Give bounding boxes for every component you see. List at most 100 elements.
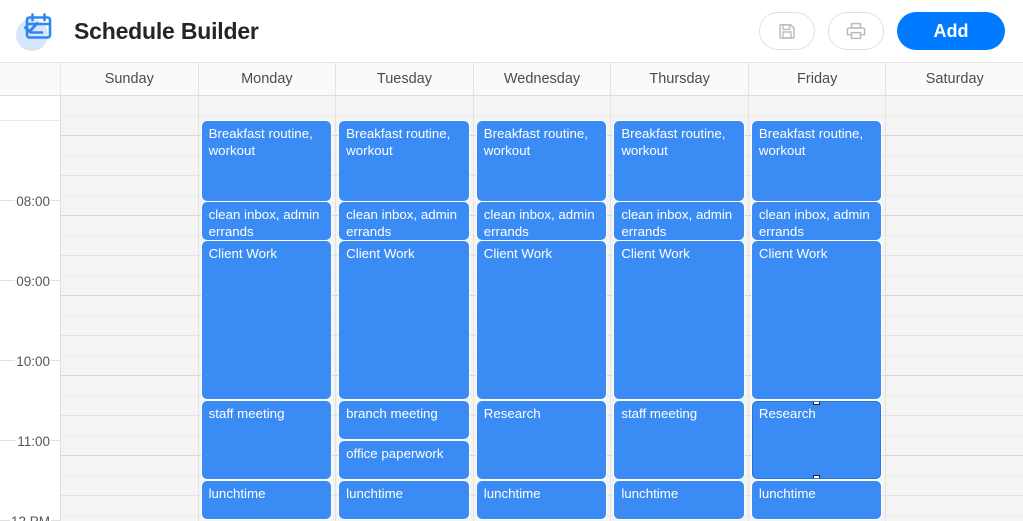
grid-cell[interactable]	[886, 116, 1023, 136]
add-button[interactable]: Add	[897, 12, 1005, 50]
grid-cell[interactable]	[886, 516, 1023, 521]
grid-cell[interactable]	[886, 456, 1023, 476]
calendar-event[interactable]: Breakfast routine, workout	[476, 121, 607, 201]
calendar-event[interactable]: Client Work	[201, 241, 332, 399]
grid-cell[interactable]	[886, 256, 1023, 276]
day-header-thursday[interactable]: Thursday	[611, 63, 749, 95]
grid-cell[interactable]	[611, 96, 748, 116]
grid-cell[interactable]	[886, 356, 1023, 376]
calendar-event[interactable]: Breakfast routine, workout	[751, 121, 882, 201]
calendar-event[interactable]: Breakfast routine, workout	[614, 121, 744, 201]
grid-cell[interactable]	[473, 96, 611, 116]
grid-cell[interactable]	[886, 236, 1023, 256]
grid-cell[interactable]	[61, 456, 198, 476]
grid-cell[interactable]	[61, 396, 198, 416]
resize-handle-bottom[interactable]	[812, 475, 820, 478]
grid-cell[interactable]	[61, 376, 198, 396]
grid-cell[interactable]	[61, 216, 198, 236]
grid-cell[interactable]	[886, 496, 1023, 516]
day-column-tuesday[interactable]: Breakfast routine, workout clean inbox, a…	[336, 96, 474, 521]
grid-cell[interactable]	[61, 236, 198, 256]
calendar-event[interactable]: clean inbox, admin errands	[201, 202, 332, 240]
time-slot: 11:00	[0, 361, 60, 449]
calendar-event[interactable]: staff meeting	[614, 401, 744, 479]
day-header-tuesday[interactable]: Tuesday	[336, 63, 474, 95]
day-column-wednesday[interactable]: Breakfast routine, workout clean inbox, a…	[473, 96, 612, 521]
grid-cell[interactable]	[886, 96, 1023, 116]
grid-cell[interactable]	[886, 136, 1023, 156]
grid-cell[interactable]	[61, 356, 198, 376]
calendar-event[interactable]: lunchtime	[751, 481, 882, 519]
grid-cell[interactable]	[886, 156, 1023, 176]
calendar-event[interactable]: Breakfast routine, workout	[201, 121, 332, 201]
grid-cell[interactable]	[61, 316, 198, 336]
grid-cell[interactable]	[886, 176, 1023, 196]
grid-cell[interactable]	[61, 176, 198, 196]
event-title: Breakfast routine, workout	[483, 126, 588, 158]
grid-cell[interactable]	[61, 136, 198, 156]
grid-cell[interactable]	[886, 416, 1023, 436]
calendar-event[interactable]: clean inbox, admin errands	[339, 202, 469, 240]
grid-cell[interactable]	[886, 196, 1023, 216]
calendar-event[interactable]: lunchtime	[339, 481, 469, 519]
grid-cell[interactable]	[61, 156, 198, 176]
resize-handle-top[interactable]	[812, 402, 820, 405]
grid-cell[interactable]	[61, 276, 198, 296]
day-column-sunday[interactable]	[61, 96, 199, 521]
calendar-event[interactable]: lunchtime	[476, 481, 607, 519]
day-column-monday[interactable]: Breakfast routine, workout clean inbox, a…	[198, 96, 337, 521]
grid-cell[interactable]	[61, 116, 198, 136]
day-header-monday[interactable]: Monday	[198, 63, 337, 95]
calendar-event[interactable]: Client Work	[476, 241, 607, 399]
day-column-friday[interactable]: Breakfast routine, workout clean inbox, a…	[748, 96, 887, 521]
grid-cell[interactable]	[61, 496, 198, 516]
grid-cell[interactable]	[886, 316, 1023, 336]
grid-cell[interactable]	[61, 516, 198, 521]
day-header-friday[interactable]: Friday	[748, 63, 887, 95]
grid-cell[interactable]	[886, 336, 1023, 356]
save-button[interactable]	[759, 12, 815, 50]
event-title: Client Work	[208, 246, 278, 261]
grid-cell[interactable]	[886, 436, 1023, 456]
calendar-event[interactable]: clean inbox, admin errands	[476, 202, 607, 240]
event-title: office paperwork	[346, 446, 444, 461]
grid-cell[interactable]	[748, 96, 886, 116]
calendar-event[interactable]: lunchtime	[201, 481, 332, 519]
grid-cell[interactable]	[61, 296, 198, 316]
event-title: lunchtime	[346, 486, 404, 501]
calendar-event[interactable]: clean inbox, admin errands	[751, 202, 882, 240]
grid-cell[interactable]	[61, 256, 198, 276]
grid-cell[interactable]	[886, 476, 1023, 496]
day-column-thursday[interactable]: Breakfast routine, workout clean inbox, a…	[611, 96, 749, 521]
grid-cell[interactable]	[886, 296, 1023, 316]
calendar-event[interactable]: Client Work	[751, 241, 882, 399]
grid-cell[interactable]	[336, 96, 473, 116]
grid-cell[interactable]	[198, 96, 336, 116]
calendar-event[interactable]: branch meeting	[339, 401, 469, 439]
grid-cell[interactable]	[886, 376, 1023, 396]
grid-cell[interactable]	[61, 416, 198, 436]
calendar-event[interactable]: lunchtime	[614, 481, 744, 519]
grid-cell[interactable]	[61, 436, 198, 456]
print-button[interactable]	[828, 12, 884, 50]
calendar-event[interactable]: clean inbox, admin errands	[614, 202, 744, 240]
calendar-event[interactable]: Research	[476, 401, 607, 479]
day-header-wednesday[interactable]: Wednesday	[473, 63, 612, 95]
grid-cell[interactable]	[886, 276, 1023, 296]
calendar-event[interactable]: Breakfast routine, workout	[339, 121, 469, 201]
grid-cell[interactable]	[886, 216, 1023, 236]
calendar-event[interactable]: office paperwork	[339, 441, 469, 479]
calendar-event[interactable]: Client Work	[614, 241, 744, 399]
calendar-event[interactable]: Research	[751, 401, 882, 479]
grid-cell[interactable]	[61, 96, 198, 116]
grid-cell[interactable]	[886, 396, 1023, 416]
calendar-event[interactable]: Client Work	[339, 241, 469, 399]
event-title: lunchtime	[208, 486, 266, 501]
grid-cell[interactable]	[61, 336, 198, 356]
grid-cell[interactable]	[61, 476, 198, 496]
day-header-saturday[interactable]: Saturday	[886, 63, 1023, 95]
grid-cell[interactable]	[61, 196, 198, 216]
calendar-event[interactable]: staff meeting	[201, 401, 332, 479]
day-column-saturday[interactable]	[886, 96, 1023, 521]
day-header-sunday[interactable]: Sunday	[61, 63, 199, 95]
